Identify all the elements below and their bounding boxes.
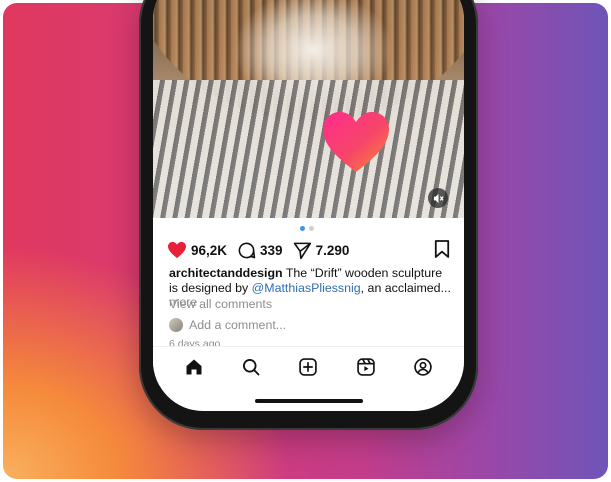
mention-link[interactable]: @MatthiasPliessnig bbox=[252, 281, 361, 295]
share-button[interactable]: 7.290 bbox=[293, 241, 350, 260]
speaker-muted-icon[interactable] bbox=[428, 188, 448, 208]
paper-plane-icon bbox=[293, 242, 311, 259]
like-count: 96,2K bbox=[191, 242, 228, 258]
carousel-indicator bbox=[300, 226, 314, 231]
comment-button[interactable]: 339 bbox=[237, 241, 283, 260]
share-count: 7.290 bbox=[315, 242, 350, 258]
home-indicator[interactable] bbox=[255, 399, 363, 403]
bookmark-icon bbox=[434, 240, 450, 258]
home-icon[interactable] bbox=[184, 357, 204, 377]
comment-bubble-icon bbox=[238, 242, 256, 258]
like-button[interactable]: 96,2K bbox=[167, 241, 227, 259]
add-comment-field[interactable]: Add a comment... bbox=[169, 318, 286, 332]
post-actions-bar: 96,2K 339 7.290 bbox=[167, 238, 450, 262]
post-photo[interactable] bbox=[153, 0, 464, 218]
create-icon[interactable] bbox=[298, 357, 318, 377]
reels-icon[interactable] bbox=[356, 357, 376, 377]
carousel-dot bbox=[309, 226, 314, 231]
view-all-comments-link[interactable]: View all comments bbox=[169, 297, 272, 311]
search-icon[interactable] bbox=[241, 357, 261, 377]
post-timestamp: 6 days ago bbox=[169, 338, 221, 346]
avatar bbox=[169, 318, 183, 332]
heart-filled-icon bbox=[168, 241, 186, 259]
caption-tail: , an acclaimed... bbox=[360, 280, 451, 295]
bottom-nav-bar bbox=[153, 346, 464, 386]
post-username[interactable]: architectanddesign bbox=[169, 266, 283, 280]
profile-icon[interactable] bbox=[413, 357, 433, 377]
heart-like-animation-icon bbox=[323, 112, 389, 172]
shadow-floor bbox=[153, 80, 464, 218]
add-comment-placeholder: Add a comment... bbox=[189, 318, 287, 332]
phone-screen: 96,2K 339 7.290 architectanddesign The “… bbox=[153, 0, 464, 411]
save-button[interactable] bbox=[434, 240, 450, 263]
carousel-dot-active bbox=[300, 226, 305, 231]
comment-count: 339 bbox=[260, 242, 283, 258]
